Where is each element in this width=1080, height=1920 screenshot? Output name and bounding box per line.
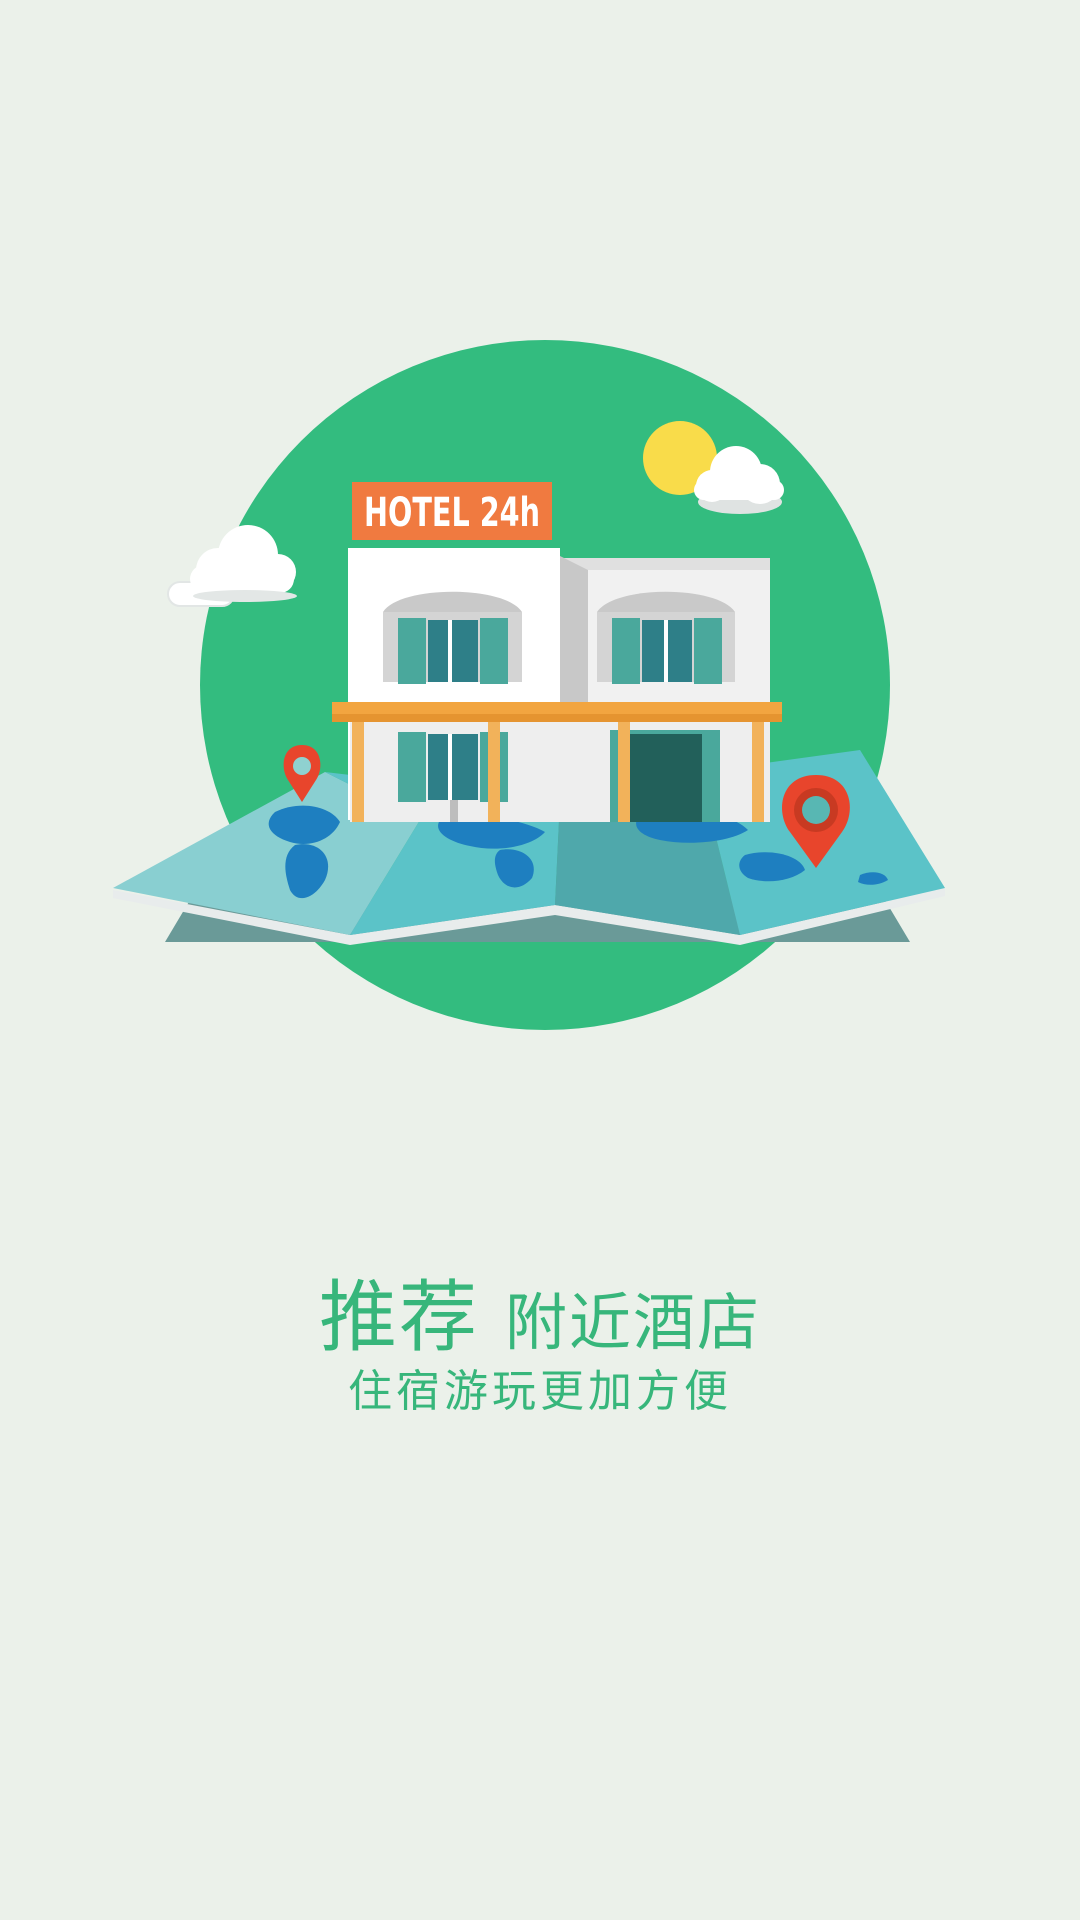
splash-screen: HOTEL 24h 推荐 附近酒店 住宿游玩更加方便 [0,0,1080,1920]
splash-subtitle: 住宿游玩更加方便 [348,1366,732,1417]
hotel-sign-text: HOTEL 24h [364,490,540,536]
splash-headline: 推荐 附近酒店 [0,1255,1080,1367]
headline-secondary: 附近酒店 [505,1286,762,1359]
hotel-illustration: HOTEL 24h [113,340,945,1030]
headline-primary: 推荐 [318,1273,479,1363]
